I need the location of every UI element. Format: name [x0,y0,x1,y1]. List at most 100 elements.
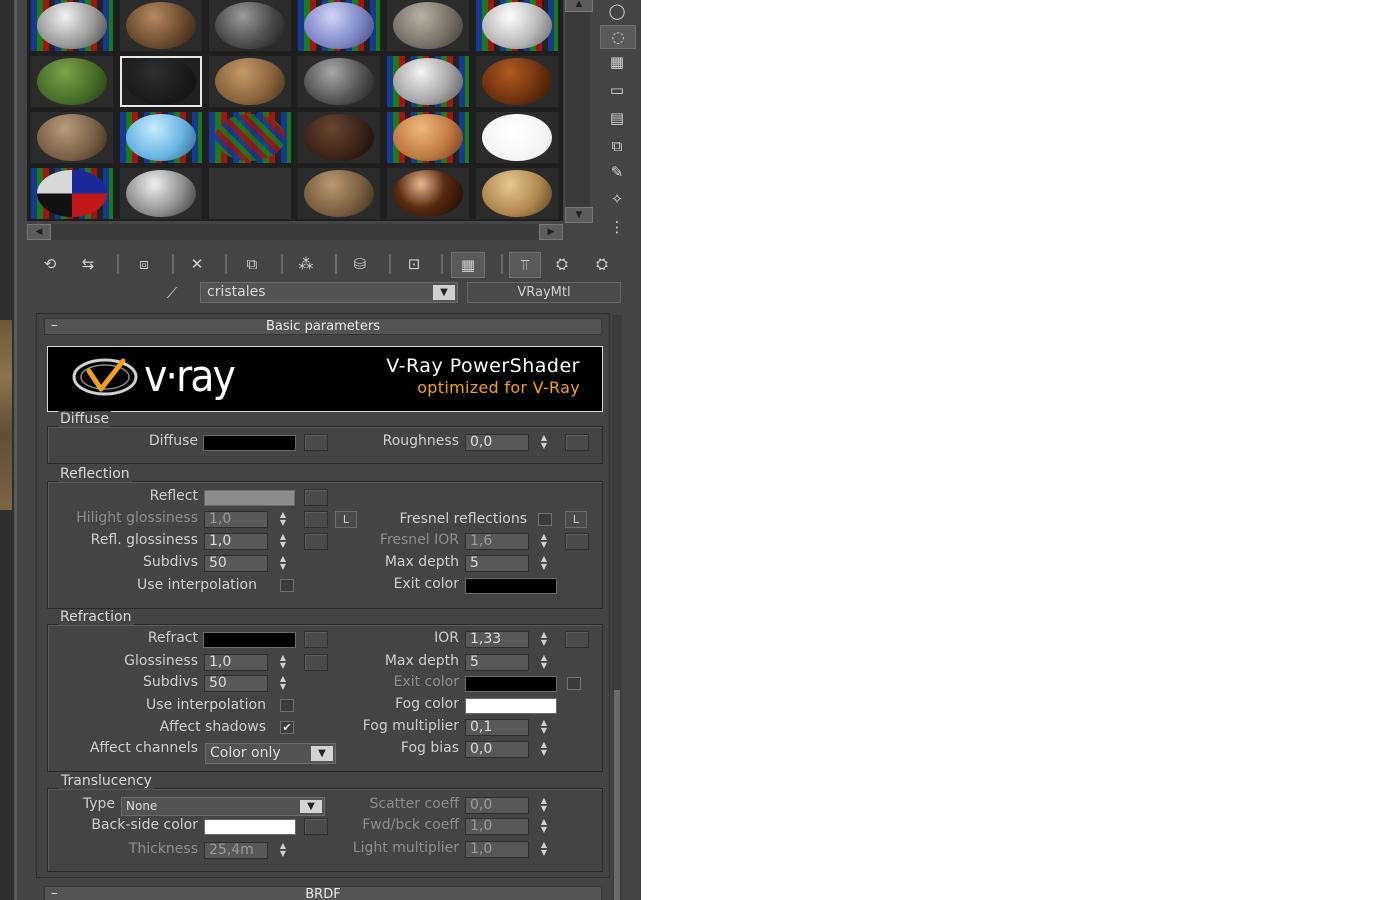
spinner-arrows-icon[interactable]: ▲ ▼ [537,741,551,758]
chevron-down-icon[interactable]: ▼ [311,746,333,761]
slots-horizontal-scrollbar[interactable]: ◀ ▶ [27,224,563,240]
thickness-value[interactable]: 25,4m [204,842,268,859]
spinner-arrows-icon[interactable]: ▲ ▼ [276,842,290,859]
scroll-right-icon[interactable]: ▶ [539,224,563,240]
refr-glossiness-map-button[interactable] [304,654,328,671]
scroll-left-icon[interactable]: ◀ [27,224,51,240]
fresnel-ior-map-button[interactable] [565,533,589,550]
spinner-arrows-icon[interactable]: ▲ ▼ [537,654,551,671]
slots-vertical-scrollbar[interactable]: ▲ ▼ [565,0,593,223]
sample-slot[interactable] [209,112,291,163]
go-to-parent-icon[interactable]: ⛭ [547,252,577,276]
background-checker-icon[interactable]: ▦ [600,51,634,73]
refract-map-button[interactable] [304,631,328,648]
sample-slot[interactable] [387,56,469,107]
select-by-material-icon[interactable]: ✧ [600,188,634,210]
options-icon[interactable]: ✎ [600,161,634,183]
basic-parameters-header[interactable]: – Basic parameters [44,318,602,335]
fwd-bck-coeff-value[interactable]: 1,0 [465,818,529,835]
sample-slot[interactable] [31,168,113,219]
spinner-arrows-icon[interactable]: ▲ ▼ [276,654,290,671]
sample-slot[interactable] [209,168,291,219]
scroll-down-icon[interactable]: ▼ [565,207,593,223]
sample-slot[interactable] [476,0,558,51]
sample-type-sphere-icon[interactable]: ◯ [600,0,634,22]
spinner-arrows-icon[interactable]: ▲ ▼ [276,675,290,692]
spinner-arrows-icon[interactable]: ▲ ▼ [537,797,551,814]
scroll-up-icon[interactable]: ▲ [565,0,593,12]
translucency-type-value[interactable]: None [126,799,157,813]
refl-exit-color-swatch[interactable] [465,578,557,594]
diffuse-map-button[interactable] [304,434,328,451]
sample-slot[interactable] [209,56,291,107]
spinner-arrows-icon[interactable]: ▲ ▼ [537,533,551,550]
video-color-check-icon[interactable]: ▤ [600,107,634,129]
sample-slot[interactable] [31,112,113,163]
sample-slot[interactable] [298,112,380,163]
back-side-color-swatch[interactable] [204,819,296,835]
refr-exit-color-swatch[interactable] [465,676,557,692]
refr-glossiness-value[interactable]: 1,0 [204,654,268,671]
refr-use-interpolation-checkbox[interactable] [280,699,294,712]
chevron-down-icon[interactable]: ▼ [433,285,455,300]
sample-slot[interactable] [476,56,558,107]
spinner-arrows-icon[interactable]: ▲ ▼ [537,719,551,736]
material-type-button[interactable]: VRayMtl [467,282,621,303]
affect-channels-value[interactable]: Color only [210,745,281,761]
reflect-color-swatch[interactable] [204,490,295,506]
panel-scroll-thumb[interactable] [614,690,620,900]
scatter-coeff-value[interactable]: 0,0 [465,797,529,814]
material-name-value[interactable]: cristales [207,284,266,300]
back-side-map-button[interactable] [304,818,328,835]
reset-map-icon[interactable]: ✕ [182,252,212,276]
sample-slot[interactable] [31,0,113,51]
sample-slot[interactable] [209,0,291,51]
material-map-navigator-icon[interactable]: ⋮ [600,216,634,238]
refl-max-depth-value[interactable]: 5 [465,555,529,572]
fog-multiplier-value[interactable]: 0,1 [465,719,529,736]
sample-slot[interactable] [476,112,558,163]
roughness-value[interactable]: 0,0 [465,434,529,451]
get-material-icon[interactable]: ⟲ [35,252,65,276]
sample-slot[interactable] [120,0,202,51]
spinner-arrows-icon[interactable]: ▲ ▼ [537,631,551,648]
eyedropper-icon[interactable]: ⟋ [158,284,186,304]
ior-map-button[interactable] [565,631,589,648]
make-preview-icon[interactable]: ⧉ [600,135,634,157]
sample-slot[interactable] [298,0,380,51]
go-forward-to-sibling-icon[interactable]: ⛭ [587,252,617,276]
fresnel-ior-value[interactable]: 1,6 [465,533,529,550]
sample-uv-tiling-icon[interactable]: ▭ [600,79,634,101]
material-effects-channel-icon[interactable]: ⊡ [399,252,429,276]
refl-subdivs-value[interactable]: 50 [204,555,268,572]
show-map-in-viewport-icon[interactable]: ▦ [451,252,485,278]
translucency-type-dropdown[interactable]: None ▼ [121,797,325,816]
sample-slot[interactable] [298,168,380,219]
light-multiplier-value[interactable]: 1,0 [465,841,529,858]
backlight-icon[interactable]: ◌ [600,25,636,49]
fog-bias-value[interactable]: 0,0 [465,741,529,758]
refract-color-swatch[interactable] [203,632,296,648]
affect-shadows-checkbox[interactable]: ✔ [280,721,294,734]
refr-max-depth-value[interactable]: 5 [465,654,529,671]
diffuse-color-swatch[interactable] [203,435,296,451]
spinner-arrows-icon[interactable]: ▲ ▼ [276,533,290,550]
refl-glossiness-value[interactable]: 1,0 [204,533,268,550]
sample-slot[interactable] [387,112,469,163]
sample-slot[interactable] [387,0,469,51]
spinner-arrows-icon[interactable]: ▲ ▼ [537,818,551,835]
sample-slot-active[interactable] [120,56,202,107]
spinner-arrows-icon[interactable]: ▲ ▼ [537,434,551,451]
affect-channels-dropdown[interactable]: Color only ▼ [205,743,336,764]
spinner-arrows-icon[interactable]: ▲ ▼ [537,555,551,572]
fresnel-lock-button[interactable]: L [565,511,587,528]
material-name-field[interactable]: cristales ▼ [200,282,458,303]
sample-slot[interactable] [120,168,202,219]
spinner-arrows-icon[interactable]: ▲ ▼ [276,511,290,528]
hilight-glossiness-map-button[interactable] [304,511,328,528]
put-to-library-icon[interactable]: ⛁ [345,252,375,276]
reflect-map-button[interactable] [304,489,328,506]
roughness-map-button[interactable] [565,434,589,451]
hilight-glossiness-value[interactable]: 1,0 [204,511,268,528]
sample-slot[interactable] [31,56,113,107]
